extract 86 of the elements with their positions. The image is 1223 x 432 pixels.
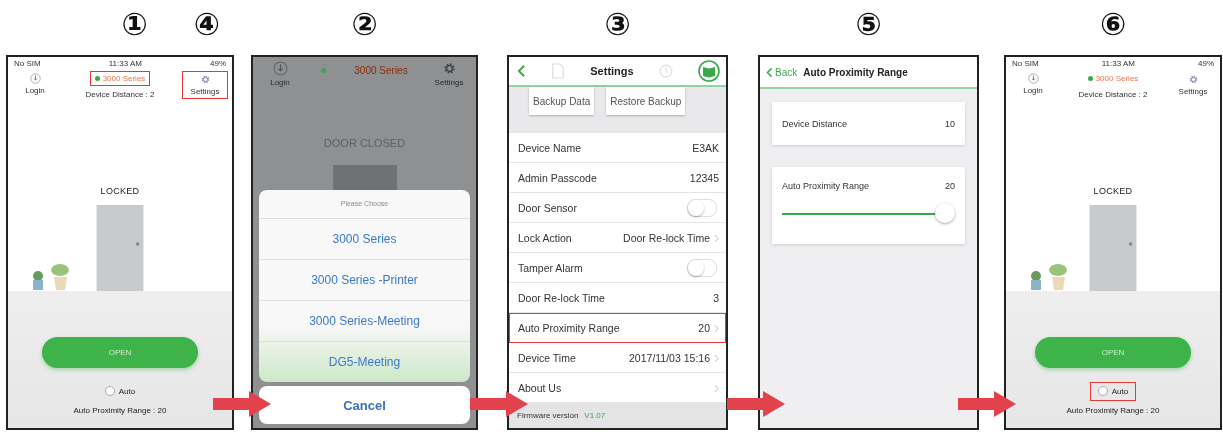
auto-label[interactable]: Auto — [118, 386, 136, 396]
toggle-switch[interactable] — [687, 259, 717, 277]
auto-label[interactable]: Auto — [1111, 386, 1129, 396]
battery-text: 49% — [1198, 58, 1214, 68]
row-label: Tamper Alarm — [518, 262, 583, 274]
right-arrow-icon — [727, 391, 785, 417]
settings-row[interactable]: Door Sensor — [509, 193, 726, 223]
login-label[interactable]: Login — [1023, 86, 1043, 95]
row-value: 12345 — [689, 172, 719, 184]
right-arrow-icon — [958, 391, 1016, 417]
chevron-icon — [714, 323, 719, 333]
clock-text: 11:33 AM — [108, 58, 142, 68]
settings-row[interactable]: Device Name E3AK — [509, 133, 726, 163]
row-value: 20 — [698, 322, 710, 334]
row-label: Door Sensor — [518, 202, 577, 214]
distance-text: Device Distance : 2 — [1078, 90, 1148, 99]
step-number: ⑤ — [855, 6, 882, 42]
settings-row[interactable]: Lock Action Door Re-lock Time — [509, 223, 726, 253]
login-icon[interactable] — [29, 73, 41, 84]
card-label: Device Distance — [782, 118, 848, 129]
device-option[interactable]: DG5-Meeting — [259, 341, 470, 382]
settings-row[interactable]: Device Time 2017/11/03 15:16 — [509, 343, 726, 373]
settings-icon — [441, 61, 457, 76]
carrier-text: No SIM — [14, 58, 41, 68]
settings-row[interactable]: Admin Passcode 12345 — [509, 163, 726, 193]
cancel-button[interactable]: Cancel — [259, 386, 470, 424]
chevron-icon — [714, 353, 719, 363]
row-value: Door Re-lock Time — [623, 232, 710, 244]
step-number: ③ — [604, 6, 631, 42]
row-label: Door Re-lock Time — [518, 292, 605, 304]
row-label: Auto Proximity Range — [518, 322, 620, 334]
backup-button[interactable]: Backup Data — [529, 87, 595, 115]
login-icon[interactable] — [1027, 73, 1039, 84]
range-text: Auto Proximity Range : 20 — [1066, 406, 1160, 415]
door-status: LOCKED — [1093, 186, 1133, 196]
settings-label: Settings — [434, 78, 464, 87]
step-number: ④ — [193, 6, 220, 42]
settings-button[interactable]: Settings — [182, 71, 228, 99]
device-option[interactable]: 3000 Series -Printer — [259, 259, 470, 300]
settings-row[interactable]: Tamper Alarm — [509, 253, 726, 283]
auto-radio[interactable] — [1097, 386, 1108, 396]
step-number: ⑥ — [1099, 6, 1127, 42]
right-arrow-icon — [213, 391, 271, 417]
screen-title: Settings — [590, 65, 634, 77]
card-value: 10 — [945, 118, 955, 129]
back-icon[interactable] — [766, 66, 773, 78]
step-number: ① — [121, 6, 148, 42]
step-number: ② — [351, 6, 378, 42]
card-label: Auto Proximity Range — [782, 181, 870, 191]
chevron-icon — [714, 383, 719, 393]
device-option[interactable]: 3000 Series — [259, 218, 470, 259]
door-status: LOCKED — [100, 186, 140, 196]
range-text: Auto Proximity Range : 20 — [73, 406, 167, 415]
settings-icon[interactable] — [199, 74, 211, 85]
row-value: 2017/11/03 15:16 — [629, 352, 710, 364]
row-label: Admin Passcode — [518, 172, 597, 184]
auto-radio[interactable] — [104, 386, 115, 396]
row-value: E3AK — [692, 142, 719, 154]
row-label: Lock Action — [518, 232, 572, 244]
slider-thumb[interactable] — [935, 203, 956, 223]
login-label[interactable]: Login — [25, 86, 45, 95]
settings-button[interactable]: Settings — [1170, 71, 1216, 99]
row-label: Device Name — [518, 142, 582, 154]
screen-title: Auto Proximity Range — [803, 66, 908, 78]
toggle-switch[interactable] — [687, 199, 717, 217]
chevron-icon — [714, 233, 719, 243]
card-value: 20 — [945, 181, 955, 191]
firmware-label: Firmware version — [517, 411, 579, 420]
settings-row[interactable]: Auto Proximity Range 20 — [509, 313, 726, 343]
settings-icon[interactable] — [1187, 74, 1199, 85]
book-icon[interactable] — [697, 60, 720, 82]
row-value: 3 — [713, 292, 719, 304]
firmware-version: V1.07 — [584, 411, 606, 420]
distance-text: Device Distance : 2 — [85, 90, 155, 99]
carrier-text: No SIM — [1012, 58, 1039, 68]
backup-button[interactable]: Restore Backup — [606, 87, 686, 115]
device-name: 3000 Series — [354, 65, 408, 76]
row-label: About Us — [518, 382, 562, 394]
device-option[interactable]: 3000 Series-Meeting — [259, 300, 470, 341]
clock-text: 11:33 AM — [1101, 58, 1135, 68]
battery-text: 49% — [210, 58, 226, 68]
login-icon — [272, 61, 288, 76]
back-icon[interactable] — [517, 64, 526, 78]
settings-row[interactable]: Door Re-lock Time 3 — [509, 283, 726, 313]
login-label: Login — [270, 78, 290, 87]
row-label: Device Time — [518, 352, 576, 364]
